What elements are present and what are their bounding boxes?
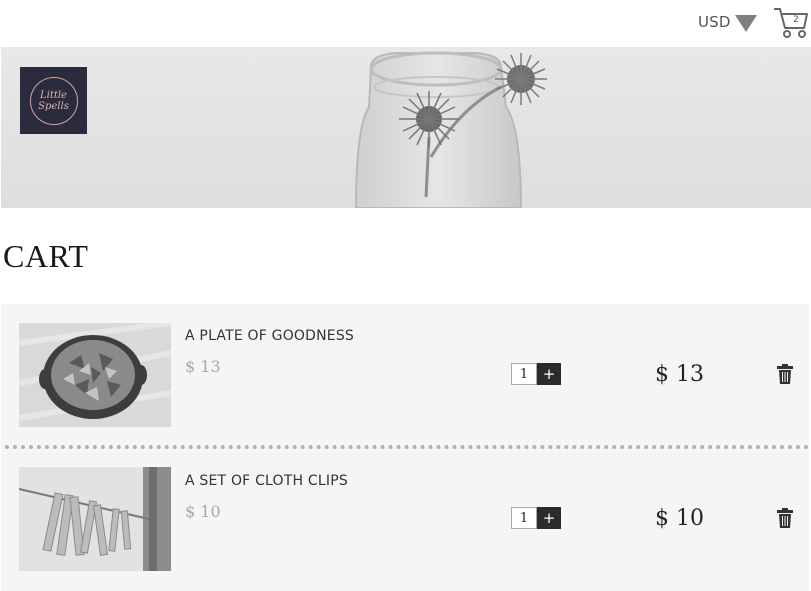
line-total: $ 10: [655, 506, 704, 531]
quantity-increase-button[interactable]: +: [537, 363, 561, 385]
product-unit-price: $ 13: [185, 357, 221, 376]
trash-icon: [777, 364, 793, 384]
cart-item: A PLATE OF GOODNESS $ 13 1 + $ 13: [1, 304, 809, 434]
product-unit-price: $ 10: [185, 502, 221, 521]
quantity-stepper: 1 +: [511, 507, 561, 529]
page-title: CART: [3, 238, 89, 274]
logo-ring: Little Spells: [29, 76, 78, 125]
cart-items-list: A PLATE OF GOODNESS $ 13 1 + $ 13 A SET …: [1, 304, 809, 591]
currency-selector[interactable]: USD: [698, 10, 757, 34]
product-name[interactable]: A SET OF CLOTH CLIPS: [185, 473, 348, 489]
product-name[interactable]: A PLATE OF GOODNESS: [185, 328, 354, 344]
plate-of-food-image: [19, 323, 171, 427]
cart-button[interactable]: 2: [773, 6, 809, 40]
cloth-clips-image: [19, 467, 171, 571]
brand-logo[interactable]: Little Spells: [20, 67, 87, 134]
top-bar: USD 2: [0, 0, 811, 47]
quantity-stepper: 1 +: [511, 363, 561, 385]
remove-item-button[interactable]: [776, 364, 794, 384]
product-image-clips[interactable]: [19, 467, 171, 571]
remove-item-button[interactable]: [776, 508, 794, 528]
line-total: $ 13: [655, 362, 704, 387]
logo-text: Little Spells: [38, 89, 69, 112]
flowers-in-jar-image: [354, 51, 547, 208]
trash-icon: [777, 508, 793, 528]
cart-count-badge: 2: [793, 15, 799, 25]
triangle-down-icon: [734, 14, 757, 32]
banner: Little Spells: [1, 47, 811, 208]
quantity-field[interactable]: 1: [511, 507, 537, 529]
quantity-field[interactable]: 1: [511, 363, 537, 385]
currency-label: USD: [698, 13, 731, 31]
quantity-increase-button[interactable]: +: [537, 507, 561, 529]
cart-item: A SET OF CLOTH CLIPS $ 10 1 + $ 10: [1, 449, 809, 579]
product-image-plate[interactable]: [19, 323, 171, 427]
